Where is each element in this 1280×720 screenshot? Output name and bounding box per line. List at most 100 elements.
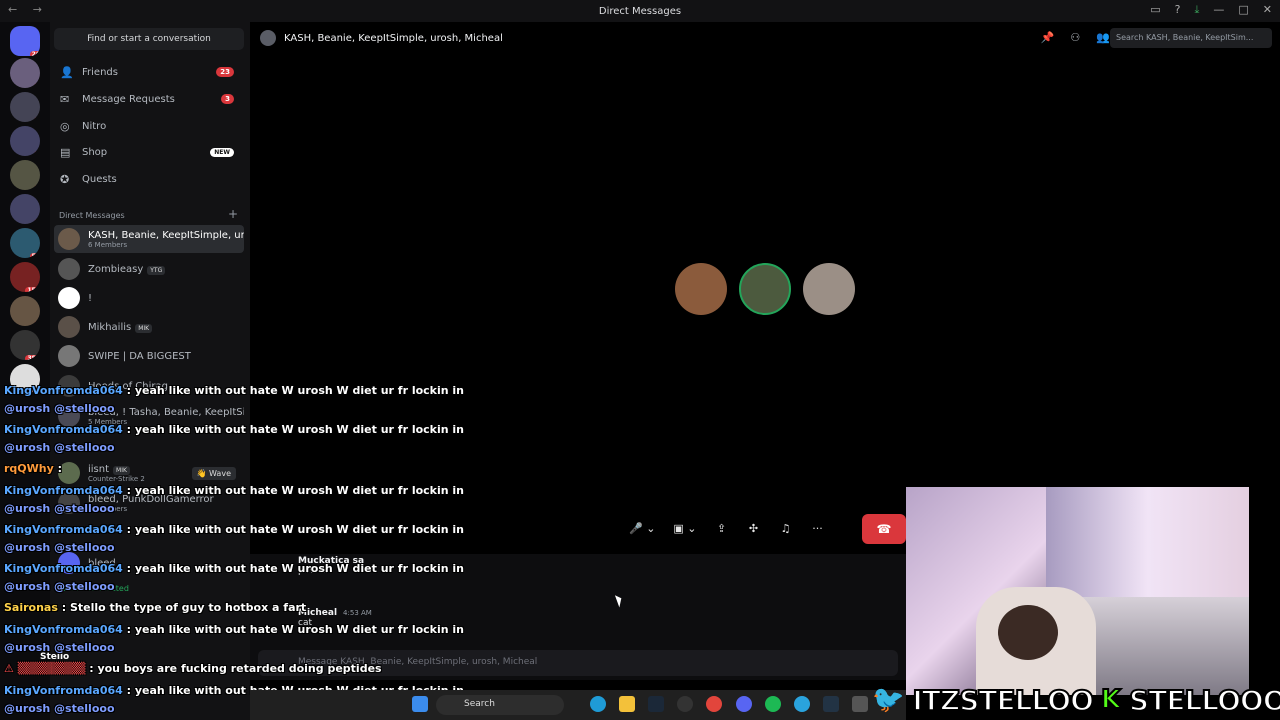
app-icon[interactable] (677, 696, 693, 712)
webcam-background (1046, 487, 1249, 607)
maximize-icon[interactable]: □ (1238, 3, 1248, 17)
dm-item[interactable]: ! (54, 284, 244, 312)
chrome-icon[interactable] (706, 696, 722, 712)
avatar (58, 287, 80, 309)
stream-branding: 🐦 ITZSTELLOO K STELLOOO (871, 680, 1280, 720)
server-icon[interactable]: 1 (10, 126, 40, 156)
avatar (58, 258, 80, 280)
server-icon[interactable]: 155 (10, 262, 40, 292)
mail-app-icon[interactable] (852, 696, 868, 712)
quests-icon: ✪ (60, 172, 70, 186)
twitter-handle: ITZSTELLOO (911, 683, 1095, 718)
chat-line: @urosh @stellooo (4, 702, 115, 715)
dm-sidebar: Find or start a conversation 👤 Friends 23 … (40, 22, 250, 720)
server-icon[interactable]: 1 (10, 58, 40, 88)
chat-line: KingVonfromda064 : yeah like with out ha… (4, 384, 465, 397)
home-button[interactable]: 26 (10, 26, 40, 56)
find-conversation-button[interactable]: Find or start a conversation (54, 28, 244, 50)
dm-item[interactable]: Mikhailis MIK (54, 313, 244, 341)
webcam-head (998, 605, 1058, 660)
telegram-icon[interactable] (794, 696, 810, 712)
nav-quests[interactable]: ✪ Quests (54, 167, 244, 191)
minimize-icon[interactable]: — (1213, 3, 1224, 17)
call-avatar (803, 263, 855, 315)
edge-icon[interactable] (590, 696, 606, 712)
activities-button[interactable]: ✣ (743, 517, 765, 539)
avatar (58, 345, 80, 367)
mic-button[interactable]: 🎤 ⌄ (625, 517, 659, 539)
taskbar-search[interactable]: Search (436, 695, 564, 715)
chat-line: @urosh @stellooo (4, 502, 115, 515)
server-icon[interactable]: 1 (10, 194, 40, 224)
mail-icon: ✉ (60, 92, 70, 106)
server-icon[interactable]: 1 (10, 160, 40, 190)
window-controls: ▭ ? ⤓ — □ ✕ (1150, 3, 1272, 17)
folder-icon[interactable] (619, 696, 635, 712)
call-controls: 🎤 ⌄ ▣ ⌄ ⇪ ✣ ♫ ··· (625, 517, 829, 539)
avatar (58, 316, 80, 338)
call-avatar (739, 263, 791, 315)
download-icon[interactable]: ⤓ (1195, 3, 1200, 17)
chat-line: @urosh @stellooo (4, 580, 115, 593)
title-bar: ← → Direct Messages ▭ ? ⤓ — □ ✕ (0, 0, 1280, 22)
end-call-button[interactable]: ☎ (862, 514, 906, 544)
webcam-feed (906, 487, 1249, 695)
spotify-icon[interactable] (765, 696, 781, 712)
dm-item[interactable]: SWIPE | DA BIGGEST (54, 342, 244, 370)
camera-off-button[interactable]: ▣ ⌄ (669, 517, 700, 539)
server-list: 26 1 1 1 1 1 58 155 7 381 187 (0, 22, 50, 720)
kick-handle: STELLOOO (1128, 683, 1280, 718)
wave-button[interactable]: 👋 Wave (191, 466, 236, 480)
help-icon[interactable]: ? (1175, 3, 1181, 17)
chat-line: KingVonfromda064 : yeah like with out ha… (4, 484, 465, 497)
dm-item[interactable]: Zombieasy YTG (54, 255, 244, 283)
nav-nitro[interactable]: ◎ Nitro (54, 114, 244, 138)
close-icon[interactable]: ✕ (1263, 3, 1272, 17)
friends-badge: 23 (216, 67, 234, 77)
header-icons: 📌 ⚇ 👥 (1041, 31, 1110, 44)
steam-icon[interactable] (648, 696, 664, 712)
nitro-icon: ◎ (60, 119, 70, 133)
search-input[interactable]: Search KASH, Beanie, KeepItSim... (1110, 28, 1272, 48)
back-forward-icon[interactable]: ← → (8, 3, 48, 16)
discord-icon[interactable] (736, 696, 752, 712)
shop-icon: ▤ (60, 145, 71, 159)
taskbar: Search (250, 690, 906, 720)
windows-start-icon[interactable] (412, 696, 428, 712)
create-dm-icon[interactable]: + (228, 207, 238, 221)
chat-line: KingVonfromda064 : yeah like with out ha… (4, 523, 465, 536)
kick-icon: K (1100, 684, 1122, 716)
nav-message-requests[interactable]: ✉ Message Requests 3 (54, 87, 244, 111)
nav-friends[interactable]: 👤 Friends 23 (54, 60, 244, 84)
members-icon[interactable]: 👥 (1096, 31, 1110, 44)
more-button[interactable]: ··· (807, 517, 829, 539)
chat-line: @urosh @stellooo (4, 641, 115, 654)
chat-line: Saironas : Stello the type of guy to hot… (4, 601, 307, 614)
chat-line: @urosh @stellooo (4, 541, 115, 554)
dm-item[interactable]: iisnt MIK Counter-Strike 2 👋 Wave (54, 459, 244, 487)
chat-line: KingVonfromda064 : yeah like with out ha… (4, 623, 465, 636)
screen-share-button[interactable]: ⇪ (711, 517, 733, 539)
chat-line: @urosh @stellooo (4, 441, 115, 454)
nav-shop[interactable]: ▤ Shop NEW (54, 140, 244, 164)
server-icon[interactable]: 7 (10, 296, 40, 326)
steam-icon-2[interactable] (823, 696, 839, 712)
server-icon[interactable]: 58 (10, 228, 40, 258)
server-icon[interactable]: 381 (10, 330, 40, 360)
new-badge: NEW (210, 147, 234, 157)
server-icon[interactable]: 1 (10, 92, 40, 122)
group-icon (260, 30, 276, 46)
requests-badge: 3 (221, 94, 234, 104)
dm-item[interactable]: KASH, Beanie, KeepItSimple, ur... 6 Membe… (54, 225, 244, 253)
pin-icon[interactable]: 📌 (1041, 31, 1055, 44)
soundboard-button[interactable]: ♫ (775, 517, 797, 539)
chat-line: ⚠ ▒▒▒▒▒▒▒▒ : you boys are fucking retard… (4, 662, 382, 675)
avatar (58, 228, 80, 250)
chat-line: @urosh @stellooo (4, 402, 115, 415)
inbox-icon[interactable]: ▭ (1150, 3, 1160, 17)
chat-line: KingVonfromda064 : yeah like with out ha… (4, 423, 465, 436)
call-avatar (675, 263, 727, 315)
add-member-icon[interactable]: ⚇ (1070, 31, 1080, 44)
friends-icon: 👤 (60, 65, 74, 79)
twitter-icon: 🐦 (871, 684, 905, 716)
